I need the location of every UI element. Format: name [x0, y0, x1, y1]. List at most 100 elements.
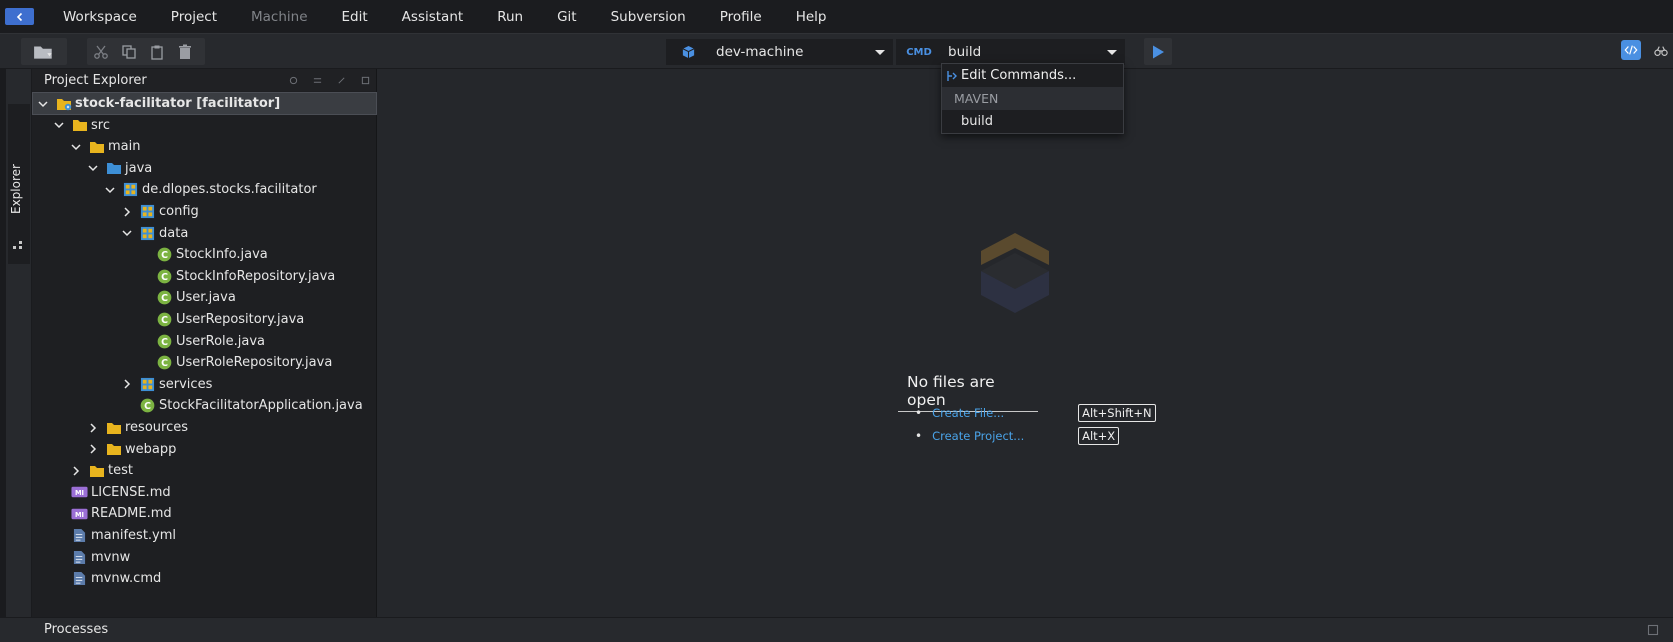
tree-item[interactable]: C UserRoleRepository.java — [32, 351, 377, 374]
link-editor-button[interactable] — [310, 73, 324, 87]
tree-item-label: mvnw — [91, 549, 131, 565]
machine-select[interactable]: dev-machine — [710, 39, 893, 65]
tree-item[interactable]: C StockInfoRepository.java — [32, 265, 377, 288]
tree-item[interactable]: data — [32, 222, 377, 245]
chevron-down-icon[interactable] — [104, 184, 116, 196]
refresh-icon — [289, 76, 297, 84]
minimize-icon — [361, 76, 369, 84]
tree-item[interactable]: resources — [32, 416, 377, 439]
code-view-button[interactable] — [1621, 40, 1641, 60]
tree-item-label: webapp — [125, 441, 177, 457]
paste-button[interactable] — [143, 38, 171, 65]
create-file-link[interactable]: Create File... — [932, 406, 1078, 420]
tree-item[interactable]: C StockInfo.java — [32, 243, 377, 266]
svg-text:C: C — [144, 401, 151, 412]
chevron-down-icon[interactable] — [37, 98, 49, 110]
tree-item[interactable]: config — [32, 200, 377, 223]
svg-text:MI: MI — [75, 511, 84, 519]
package-icon — [139, 376, 156, 393]
extensions-button[interactable] — [1654, 43, 1670, 59]
binoculars-icon — [1654, 46, 1668, 56]
menu-assistant[interactable]: Assistant — [385, 0, 481, 34]
maximize-icon[interactable] — [1647, 624, 1659, 636]
tree-item[interactable]: src — [32, 114, 377, 137]
hierarchy-icon — [13, 241, 22, 249]
left-rail: Explorer — [0, 69, 32, 617]
create-project-link[interactable]: Create Project... — [932, 429, 1078, 443]
tree-tab-button[interactable] — [12, 236, 24, 249]
package-icon — [122, 181, 139, 198]
tree-item[interactable]: test — [32, 459, 377, 482]
tree-item[interactable]: de.dlopes.stocks.facilitator — [32, 178, 377, 201]
java-class-icon: C — [156, 268, 173, 285]
menu-edit[interactable]: Edit — [325, 0, 385, 34]
command-select[interactable]: build — [942, 39, 1125, 65]
menu-run[interactable]: Run — [480, 0, 540, 34]
menu-git[interactable]: Git — [540, 0, 594, 34]
java-class-icon: C — [156, 246, 173, 263]
project-folder-icon — [55, 95, 72, 112]
tree-item[interactable]: stock-facilitator [facilitator] — [32, 92, 377, 115]
chevron-right-icon[interactable] — [87, 422, 99, 434]
tree-item-label: data — [159, 225, 189, 241]
java-class-icon: C — [156, 311, 173, 328]
tree-item-label: LICENSE.md — [91, 484, 171, 500]
tree-item[interactable]: java — [32, 157, 377, 180]
tree-item-label: src — [91, 117, 110, 133]
menu-profile[interactable]: Profile — [703, 0, 779, 34]
tree-item-label: UserRepository.java — [176, 312, 305, 327]
chevron-right-icon[interactable] — [121, 206, 133, 218]
tree-item[interactable]: MI README.md — [32, 502, 377, 525]
package-icon — [139, 225, 156, 242]
java-class-icon: C — [156, 354, 173, 371]
processes-tab[interactable]: Processes — [44, 622, 108, 637]
refresh-button[interactable] — [286, 73, 300, 87]
expand-button[interactable] — [334, 73, 348, 87]
delete-button[interactable] — [171, 38, 199, 65]
chevron-right-icon[interactable] — [121, 378, 133, 390]
chevron-down-icon[interactable] — [121, 227, 133, 239]
edit-commands-item[interactable]: Edit Commands... — [942, 64, 1123, 87]
explorer-tab-label: Explorer — [9, 164, 23, 214]
tree-item[interactable]: services — [32, 373, 377, 396]
tree-item[interactable]: C User.java — [32, 286, 377, 309]
menu-project[interactable]: Project — [154, 0, 234, 34]
copy-button[interactable] — [115, 38, 143, 65]
chevron-down-icon[interactable] — [70, 141, 82, 153]
tree-item[interactable]: mvnw.cmd — [32, 567, 377, 590]
menu-workspace[interactable]: Workspace — [46, 0, 154, 34]
chevron-down-icon[interactable] — [87, 162, 99, 174]
code-icon — [1624, 45, 1638, 55]
menu-machine[interactable]: Machine — [234, 0, 325, 34]
new-folder-button[interactable] — [21, 38, 67, 65]
chevron-down-icon[interactable] — [53, 119, 65, 131]
tree-item[interactable]: C UserRole.java — [32, 330, 377, 353]
menu-subversion[interactable]: Subversion — [594, 0, 703, 34]
command-dropdown: Edit Commands... MAVEN build — [941, 63, 1124, 134]
create-project-shortcut: Alt+X — [1078, 427, 1120, 445]
tree-item-label: manifest.yml — [91, 528, 177, 543]
back-button[interactable] — [5, 8, 34, 25]
run-command-button[interactable] — [1144, 38, 1172, 65]
tree-item[interactable]: MI LICENSE.md — [32, 481, 377, 504]
tree-item[interactable]: C StockFacilitatorApplication.java — [32, 394, 377, 417]
tree-item[interactable]: manifest.yml — [32, 524, 377, 547]
tree-item[interactable]: C UserRepository.java — [32, 308, 377, 331]
chevron-right-icon[interactable] — [70, 465, 82, 477]
minimize-button[interactable] — [358, 73, 372, 87]
chevron-right-icon[interactable] — [87, 443, 99, 455]
tree-item[interactable]: webapp — [32, 438, 377, 461]
tree-item[interactable]: main — [32, 135, 377, 158]
menu-help[interactable]: Help — [779, 0, 844, 34]
build-command-item[interactable]: build — [942, 110, 1123, 133]
tree-item-label: stock-facilitator [facilitator] — [75, 96, 281, 111]
clipboard-icon — [151, 45, 163, 60]
cut-button[interactable] — [87, 38, 115, 65]
tree-item[interactable]: mvnw — [32, 546, 377, 569]
